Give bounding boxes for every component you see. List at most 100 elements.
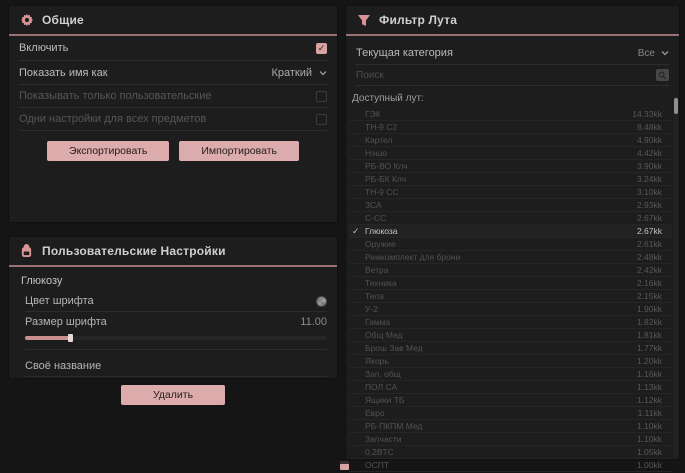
chevron-down-icon [661, 49, 669, 57]
list-item[interactable]: ✓ Зап. общ 1.16kk [349, 368, 672, 381]
list-item[interactable]: ✓ ТН-9 С2 8.48kk [349, 121, 672, 134]
custom-settings-title: Пользовательские Настройки [42, 244, 226, 258]
list-item[interactable]: ✓ РБ-ПКПМ Мед 1.10kk [349, 420, 672, 433]
list-item[interactable]: ✓ У-2 1.90kk [349, 303, 672, 316]
search-icon[interactable] [656, 69, 669, 81]
list-item[interactable]: ✓ ПОЛ СА 1.13kk [349, 381, 672, 394]
item-value: 1.12kk [637, 395, 662, 405]
show-name-value: Краткий [271, 67, 312, 79]
color-wheel-icon[interactable] [316, 296, 327, 307]
item-name: С-СС [365, 213, 386, 223]
list-item[interactable]: ✓ Тела 2.15kk [349, 290, 672, 303]
item-value: 1.00kk [637, 460, 662, 470]
chevron-down-icon [319, 69, 327, 77]
only-custom-checkbox[interactable] [316, 91, 327, 102]
category-select[interactable]: Все [638, 48, 669, 59]
item-name: Оружие [365, 239, 396, 249]
item-name: Ремкомплект для брони [365, 252, 460, 262]
item-name: Тела [365, 291, 384, 301]
list-item[interactable]: ✓ С-СС 2.67kk [349, 212, 672, 225]
item-value: 1.10kk [637, 434, 662, 444]
item-name: Запчасти [365, 434, 402, 444]
item-value: 1.20kk [637, 356, 662, 366]
list-item[interactable]: ✓ 0.2BTC 1.05kk [349, 446, 672, 459]
loot-list: ✓ ГЭК 14.33kk ✓ ТН-9 С2 8.48kk ✓ Картел … [349, 108, 672, 472]
item-value: 2.61kk [637, 239, 662, 249]
list-item[interactable]: ✓ Якорь 1.20kk [349, 355, 672, 368]
show-name-row: Показать имя как Краткий [19, 61, 327, 85]
divider [9, 265, 337, 267]
list-item[interactable]: ✓ Евро 1.11kk [349, 407, 672, 420]
font-size-slider[interactable] [25, 333, 327, 350]
item-name: ТН-9 СС [365, 187, 399, 197]
slider-fill [25, 336, 70, 340]
font-size-row: Размер шрифта 11.00 [25, 314, 327, 330]
list-item[interactable]: ✓ Картел 4.90kk [349, 134, 672, 147]
export-button[interactable]: Экспортировать [47, 141, 169, 161]
show-name-select[interactable]: Краткий [271, 67, 327, 79]
list-item[interactable]: ✓ РБ-ВО Клч 3.90kk [349, 160, 672, 173]
loot-list-scrollbar [674, 96, 678, 458]
search-input[interactable] [356, 70, 656, 81]
item-value: 2.67kk [637, 226, 662, 236]
item-name: Зап. общ [365, 369, 401, 379]
list-item[interactable]: ✓ Ящики ТБ 1.12kk [349, 394, 672, 407]
item-value: 1.05kk [637, 447, 662, 457]
list-item[interactable]: ✓ Глюкоза 2.67kk [349, 225, 672, 238]
loot-filter-title: Фильтр Лута [379, 13, 457, 27]
item-value: 3.90kk [637, 161, 662, 171]
item-value: 14.33kk [632, 109, 662, 119]
item-name: Брош Зав Мед [365, 343, 423, 353]
list-item[interactable]: ✓ Запчасти 1.10kk [349, 433, 672, 446]
item-value: 8.48kk [637, 122, 662, 132]
item-name: Гамма [365, 317, 390, 327]
item-name: РБ-ПКПМ Мед [365, 421, 422, 431]
list-item[interactable]: ✓ ОСПТ 1.00kk [349, 459, 672, 472]
search-row [356, 65, 669, 86]
item-value: 1.81kk [637, 330, 662, 340]
enable-row: Включить ✓ [19, 36, 327, 61]
list-item[interactable]: ✓ Нэшо 4.42kk [349, 147, 672, 160]
item-name: Ветра [365, 265, 388, 275]
item-value: 2.42kk [637, 265, 662, 275]
list-item[interactable]: ✓ ЗСА 2.93kk [349, 199, 672, 212]
item-value: 3.24kk [637, 174, 662, 184]
resize-handle[interactable] [340, 461, 349, 470]
loot-list-label: Доступный лут: [352, 93, 669, 104]
list-item[interactable]: ✓ ГЭК 14.33kk [349, 108, 672, 121]
item-value: 1.16kk [637, 369, 662, 379]
item-value: 2.16kk [637, 278, 662, 288]
general-panel: Общие Включить ✓ Показать имя как Кратки… [8, 5, 338, 223]
enable-checkbox[interactable]: ✓ [316, 43, 327, 54]
list-item[interactable]: ✓ Ремкомплект для брони 2.48kk [349, 251, 672, 264]
item-name: У-2 [365, 304, 378, 314]
item-value: 2.67kk [637, 213, 662, 223]
item-name: ЗСА [365, 200, 382, 210]
list-item[interactable]: ✓ Оружие 2.61kk [349, 238, 672, 251]
custom-name-row[interactable]: Своё название [25, 356, 327, 377]
scrollbar-thumb[interactable] [674, 98, 678, 114]
custom-settings-panel: Пользовательские Настройки Глюкозу Цвет … [8, 236, 338, 379]
import-button[interactable]: Импортировать [179, 141, 299, 161]
item-name: Общ Мед [365, 330, 403, 340]
delete-button[interactable]: Удалить [121, 385, 225, 405]
list-item[interactable]: ✓ Ветра 2.42kk [349, 264, 672, 277]
item-value: 1.13kk [637, 382, 662, 392]
list-item[interactable]: ✓ Общ Мед 1.81kk [349, 329, 672, 342]
list-item[interactable]: ✓ Брош Зав Мед 1.77kk [349, 342, 672, 355]
category-row: Текущая категория Все [356, 42, 669, 65]
item-value: 1.10kk [637, 421, 662, 431]
backpack-icon [19, 244, 34, 259]
enable-label: Включить [19, 42, 68, 54]
custom-name-label: Своё название [25, 360, 101, 372]
same-settings-label: Одни настройки для всех предметов [19, 113, 206, 125]
list-item[interactable]: ✓ ТН-9 СС 3.10kk [349, 186, 672, 199]
item-name: ОСПТ [365, 460, 389, 470]
delete-row: Удалить [9, 385, 337, 405]
list-item[interactable]: ✓ Гамма 1.82kk [349, 316, 672, 329]
same-settings-checkbox[interactable] [316, 114, 327, 125]
item-value: 1.90kk [637, 304, 662, 314]
slider-thumb[interactable] [68, 334, 73, 342]
list-item[interactable]: ✓ РБ-БК Клч 3.24kk [349, 173, 672, 186]
list-item[interactable]: ✓ Техника 2.16kk [349, 277, 672, 290]
